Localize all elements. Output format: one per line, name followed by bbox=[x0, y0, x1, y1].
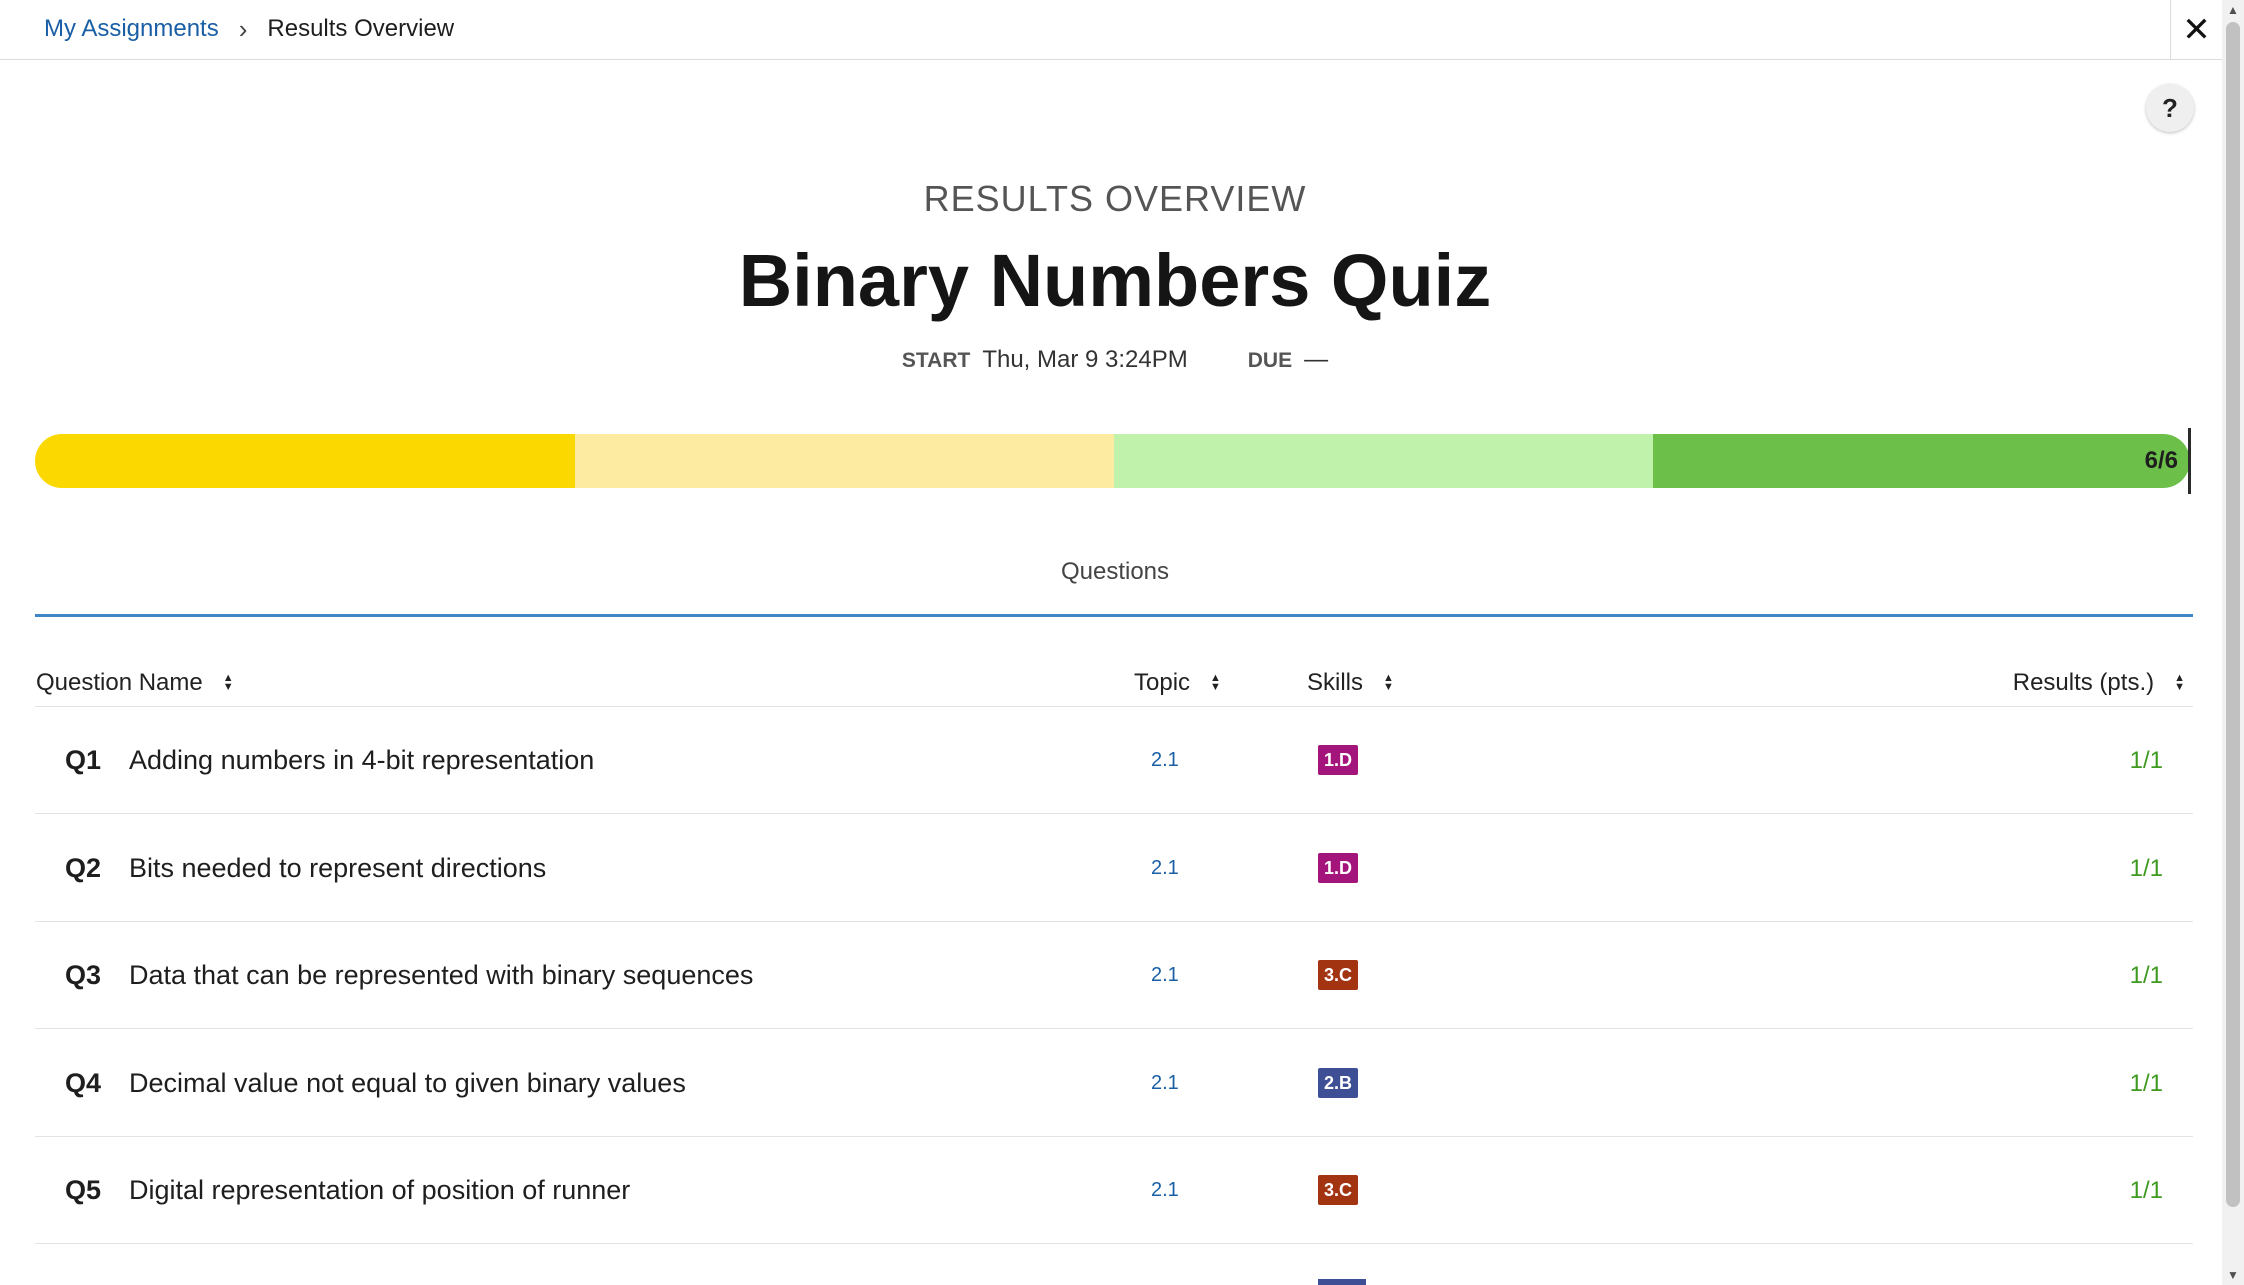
breadcrumb: My Assignments › Results Overview bbox=[44, 0, 454, 58]
skill-badge: 3.C bbox=[1318, 960, 1359, 990]
column-header-topic[interactable]: Topic ▲ ▼ bbox=[1134, 669, 1221, 697]
column-header-label: Skills bbox=[1307, 669, 1364, 696]
column-header-label: Results (pts.) bbox=[2012, 669, 2155, 696]
sort-icon[interactable]: ▲ ▼ bbox=[1204, 673, 1221, 693]
start-label: START bbox=[901, 349, 971, 372]
progress-segment-1 bbox=[35, 434, 575, 488]
due-label: DUE bbox=[1247, 349, 1293, 372]
column-header-question-name[interactable]: Question Name ▲ ▼ bbox=[36, 669, 234, 697]
question-mark-icon: ? bbox=[2162, 92, 2178, 123]
column-header-skills[interactable]: Skills ▲ ▼ bbox=[1307, 669, 1394, 697]
table-row[interactable]: Q5 Digital representation of position of… bbox=[35, 1137, 2193, 1244]
question-name-link[interactable]: Digital representation of position of ru… bbox=[129, 1137, 630, 1244]
progress-score: 6/6 bbox=[2144, 447, 2178, 474]
skill-badge-partial bbox=[1318, 1279, 1366, 1285]
table-row[interactable]: Q3 Data that can be represented with bin… bbox=[35, 922, 2193, 1029]
close-button[interactable]: ✕ bbox=[2170, 0, 2222, 60]
scroll-up-arrow-icon[interactable]: ▲ bbox=[2222, 0, 2244, 20]
question-name-link[interactable]: Adding numbers in 4-bit representation bbox=[129, 707, 594, 814]
start-value: Thu, Mar 9 3:24PM bbox=[982, 346, 1188, 373]
topic-link[interactable]: 2.1 bbox=[1151, 922, 1179, 1029]
question-name-link[interactable]: Decimal value not equal to given binary … bbox=[129, 1030, 686, 1137]
table-row[interactable]: Q1 Adding numbers in 4-bit representatio… bbox=[35, 707, 2193, 814]
question-number: Q3 bbox=[65, 960, 102, 990]
result-score: 1/1 bbox=[2129, 1070, 2163, 1097]
sort-icon[interactable]: ▲ ▼ bbox=[2168, 673, 2185, 693]
skill-badge: 1.D bbox=[1318, 853, 1359, 883]
column-header-label: Topic bbox=[1134, 669, 1191, 696]
result-score: 1/1 bbox=[2129, 962, 2163, 989]
breadcrumb-current: Results Overview bbox=[267, 15, 455, 42]
top-bar: My Assignments › Results Overview bbox=[0, 0, 2170, 60]
table-header: Question Name ▲ ▼ Topic ▲ ▼ Skills ▲ ▼ Resu… bbox=[35, 660, 2193, 707]
result-score: 1/1 bbox=[2129, 747, 2163, 774]
assignment-dates: START Thu, Mar 9 3:24PM DUE — bbox=[0, 346, 2230, 374]
question-number: Q1 bbox=[65, 745, 102, 775]
column-header-label: Question Name bbox=[36, 669, 203, 696]
question-number: Q4 bbox=[65, 1068, 102, 1098]
result-score: 1/1 bbox=[2129, 855, 2163, 882]
question-number: Q5 bbox=[65, 1175, 102, 1205]
progress-segment-3 bbox=[1114, 434, 1653, 488]
page-title: Binary Numbers Quiz bbox=[738, 239, 1492, 322]
question-number: Q2 bbox=[65, 853, 102, 883]
topic-link[interactable]: 2.1 bbox=[1151, 1137, 1179, 1244]
score-progress-bar: 6/6 bbox=[35, 434, 2190, 488]
topic-link[interactable]: 2.1 bbox=[1151, 815, 1179, 922]
skill-badge: 1.D bbox=[1318, 745, 1359, 775]
progress-marker bbox=[2188, 428, 2191, 494]
due-value: — bbox=[1304, 346, 1329, 373]
table-row[interactable]: Q4 Decimal value not equal to given bina… bbox=[35, 1030, 2193, 1137]
skill-badge: 2.B bbox=[1318, 1068, 1359, 1098]
question-name-link[interactable]: Bits needed to represent directions bbox=[129, 815, 546, 922]
column-header-results[interactable]: Results (pts.) ▲ ▼ bbox=[2013, 669, 2185, 697]
sort-icon[interactable]: ▲ ▼ bbox=[217, 673, 234, 693]
result-score: 1/1 bbox=[2129, 1177, 2163, 1204]
topic-link[interactable]: 2.1 bbox=[1151, 707, 1179, 814]
chevron-right-icon: › bbox=[238, 13, 248, 44]
question-name-link[interactable]: Data that can be represented with binary… bbox=[129, 922, 753, 1029]
progress-segment-4: 6/6 bbox=[1653, 434, 2190, 488]
tab-questions[interactable]: Questions bbox=[0, 558, 2230, 586]
close-icon: ✕ bbox=[2182, 10, 2211, 49]
table-row[interactable]: Q2 Bits needed to represent directions 2… bbox=[35, 815, 2193, 922]
topic-link[interactable]: 2.1 bbox=[1151, 1030, 1179, 1137]
tab-underline bbox=[35, 614, 2193, 617]
help-button[interactable]: ? bbox=[2146, 84, 2194, 132]
breadcrumb-my-assignments-link[interactable]: My Assignments bbox=[44, 15, 219, 43]
skill-badge: 3.C bbox=[1318, 1175, 1359, 1205]
progress-segment-2 bbox=[575, 434, 1114, 488]
sort-icon[interactable]: ▲ ▼ bbox=[1377, 673, 1394, 693]
scroll-down-arrow-icon[interactable]: ▼ bbox=[2222, 1265, 2244, 1285]
page-kicker: RESULTS OVERVIEW bbox=[923, 178, 1307, 219]
